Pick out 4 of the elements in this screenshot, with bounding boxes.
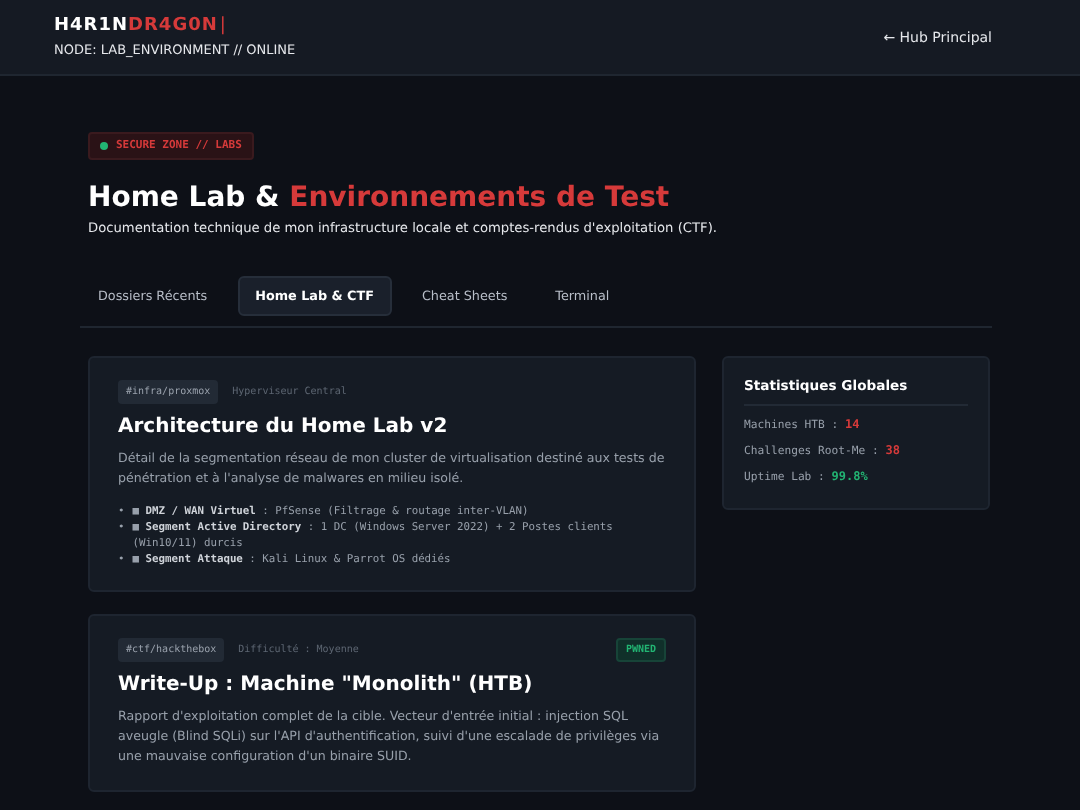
- post-title: Write-Up : Machine "Monolith" (HTB): [118, 674, 535, 696]
- page-title: Home Lab & Environnements de Test: [88, 182, 672, 214]
- logo-text: H4R1NDR4G0N|: [54, 16, 229, 36]
- post-title: Architecture du Home Lab v2: [118, 416, 450, 438]
